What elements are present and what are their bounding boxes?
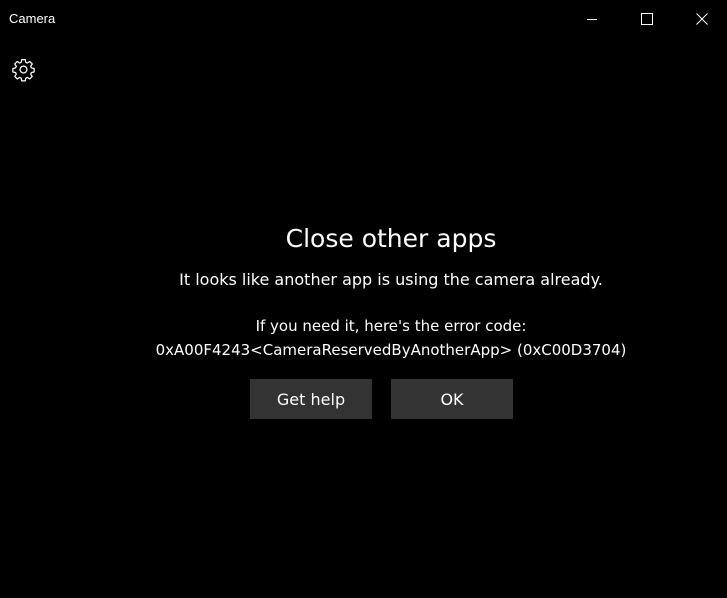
ok-button[interactable]: OK <box>391 379 513 419</box>
error-message: It looks like another app is using the c… <box>179 270 603 289</box>
error-panel: Close other apps It looks like another a… <box>0 0 727 598</box>
error-code: 0xA00F4243<CameraReservedByAnotherApp> (… <box>155 341 627 359</box>
camera-window: Camera Close other apps It looks like an… <box>0 0 727 598</box>
get-help-button[interactable]: Get help <box>250 379 372 419</box>
error-code-intro: If you need it, here's the error code: <box>255 317 527 335</box>
error-heading: Close other apps <box>285 224 497 253</box>
